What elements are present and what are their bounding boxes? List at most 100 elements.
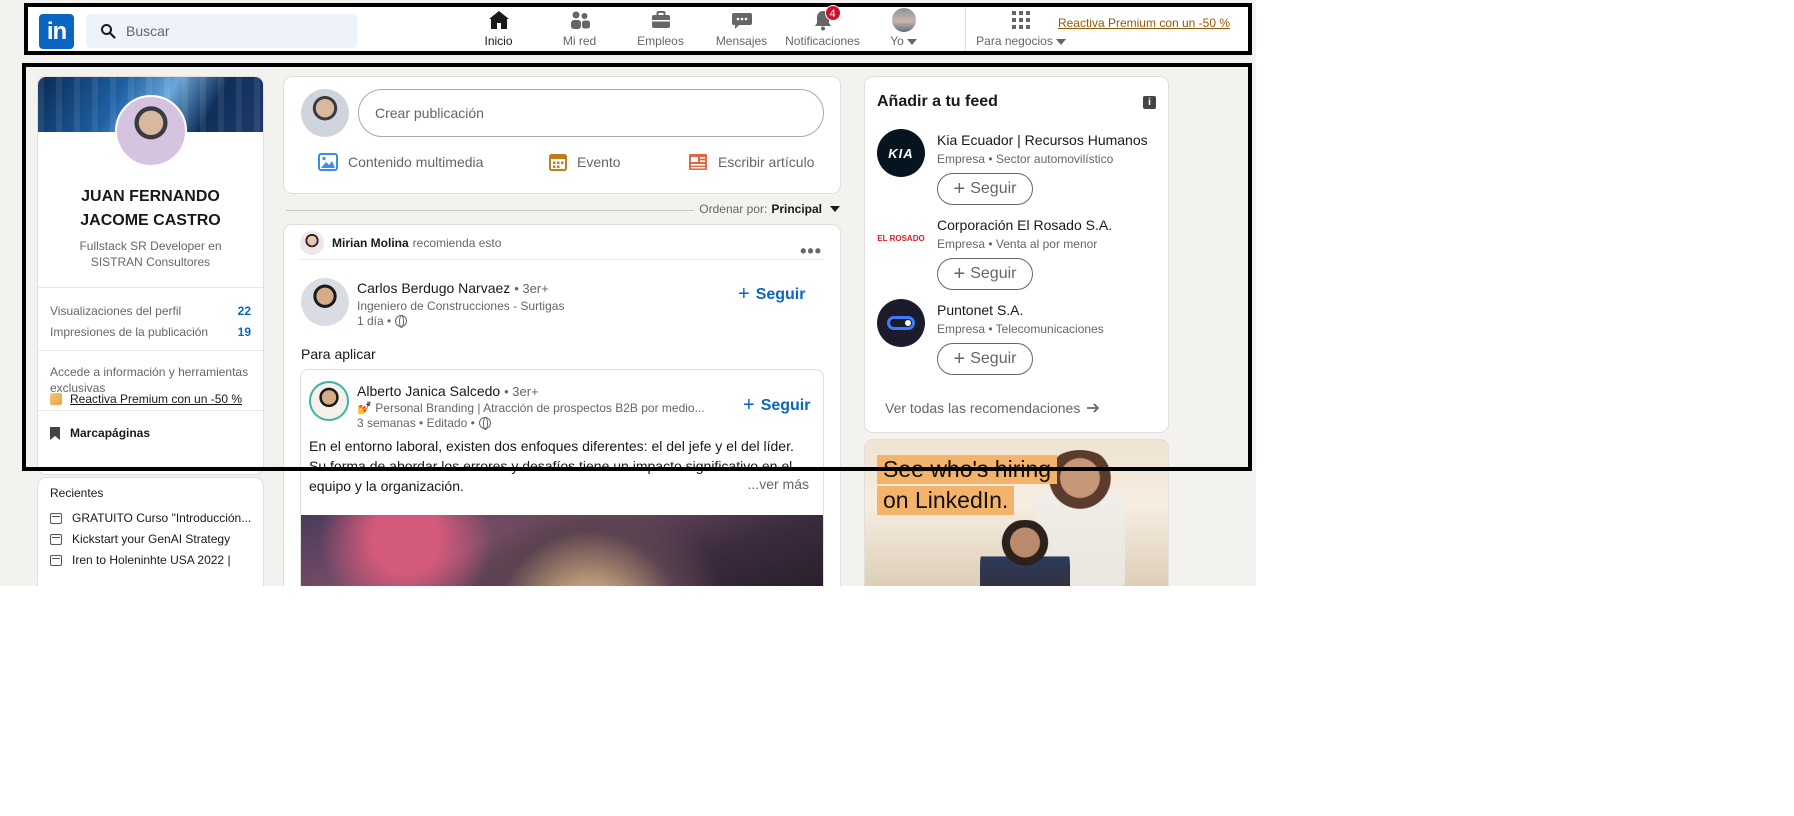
follow-shared-author-button[interactable]: + Seguir	[743, 394, 810, 417]
nav-notifications-label: Notificaciones	[785, 34, 860, 48]
company-subtitle: Empresa • Telecomunicaciones	[937, 322, 1104, 336]
recent-item-label: GRATUITO Curso "Introducción...	[72, 511, 252, 525]
company-subtitle: Empresa • Sector automovilístico	[937, 152, 1114, 166]
bookmark-icon	[50, 426, 60, 440]
search-input[interactable]	[126, 23, 326, 39]
see-more-link[interactable]: ...ver más	[743, 476, 809, 492]
write-article-button[interactable]: Escribir artículo	[688, 153, 814, 171]
me-avatar	[891, 8, 916, 32]
connection-degree: • 3er+	[514, 281, 549, 296]
shared-timestamp: 3 semanas • Editado •	[357, 416, 491, 430]
linkedin-hiring-ad[interactable]: See who's hiring on LinkedIn.	[865, 440, 1168, 586]
share-box: Crear publicación Contenido multimedia E…	[284, 77, 840, 193]
shared-author-headline: 💅 Personal Branding | Atracción de prosp…	[357, 401, 705, 415]
see-all-label: Ver todas las recomendaciones	[885, 400, 1081, 416]
profile-card: JUAN FERNANDO JACOME CASTRO Fullstack SR…	[38, 77, 263, 474]
nav-notifications[interactable]: 4 Notificaciones	[782, 5, 863, 51]
write-article-label: Escribir artículo	[718, 154, 815, 170]
post-recommendation-header: Mirian Molina recomienda esto	[300, 231, 824, 260]
recent-item-label: Kickstart your GenAI Strategy	[72, 532, 231, 546]
article-icon	[689, 154, 707, 170]
share-avatar[interactable]	[301, 89, 349, 137]
see-all-recommendations-link[interactable]: Ver todas las recomendaciones	[885, 400, 1100, 416]
recent-item[interactable]: Kickstart your GenAI Strategy	[50, 532, 255, 546]
profile-headline: Fullstack SR Developer en SISTRAN Consul…	[79, 239, 222, 269]
nav-jobs-label: Empleos	[637, 34, 684, 48]
profile-photo[interactable]	[115, 95, 187, 167]
nav-home[interactable]: Inicio	[458, 7, 539, 51]
nav-network[interactable]: Mi red	[539, 7, 620, 51]
create-post-input[interactable]: Crear publicación	[358, 89, 824, 137]
premium-reactivate-link[interactable]: Reactiva Premium con un -50 %	[50, 392, 242, 406]
nav-divider	[965, 7, 966, 51]
premium-link-text: Reactiva Premium con un -50 %	[70, 392, 243, 406]
info-icon[interactable]: i	[1143, 96, 1156, 109]
calendar-icon	[50, 533, 62, 545]
arrow-right-icon	[1087, 403, 1100, 413]
kia-logo[interactable]: KIA	[877, 129, 925, 177]
divider	[38, 287, 263, 288]
shared-author-name-line[interactable]: Alberto Janica Salcedo • 3er+	[357, 383, 539, 399]
follow-company-button[interactable]: + Seguir	[937, 173, 1033, 205]
nav-jobs[interactable]: Empleos	[620, 7, 701, 51]
recent-item[interactable]: GRATUITO Curso "Introducción...	[50, 511, 255, 525]
nav-business-text: Para negocios	[976, 34, 1053, 48]
shared-post-image[interactable]	[301, 515, 823, 586]
nav-home-label: Inicio	[484, 34, 513, 48]
media-button[interactable]: Contenido multimedia	[318, 153, 483, 171]
author-name-line[interactable]: Carlos Berdugo Narvaez • 3er+	[357, 280, 549, 296]
bookmarks-link[interactable]: Marcapáginas	[50, 426, 150, 440]
el-rosado-logo[interactable]: EL ROSADO	[877, 214, 925, 262]
sort-label: Ordenar por:	[699, 202, 768, 216]
add-to-feed-title: Añadir a tu feed	[877, 93, 998, 110]
more-options-icon[interactable]: •••	[800, 241, 822, 262]
company-name[interactable]: Kia Ecuador | Recursos Humanos	[937, 132, 1148, 148]
grid-apps-icon	[1012, 11, 1030, 29]
author-name: Carlos Berdugo Narvaez	[357, 280, 511, 296]
recommender-avatar[interactable]	[300, 231, 324, 255]
nav-network-label: Mi red	[562, 34, 597, 48]
follow-company-button[interactable]: + Seguir	[937, 258, 1033, 290]
stat-value: 19	[237, 325, 251, 339]
nav-me[interactable]: Yo	[863, 7, 944, 51]
follow-label: Seguir	[970, 265, 1017, 282]
event-button[interactable]: Evento	[549, 153, 621, 171]
search-box[interactable]	[86, 14, 357, 48]
recent-item[interactable]: Iren to Holeninhte USA 2022 |	[50, 553, 255, 567]
stat-profile-views[interactable]: Visualizaciones del perfil 22	[50, 304, 251, 318]
sort-bar: Ordenar por: Principal	[286, 202, 840, 218]
divider	[38, 350, 263, 351]
ad-headline-2: on LinkedIn.	[877, 486, 1015, 515]
search-icon	[101, 24, 116, 39]
profile-name[interactable]: JUAN FERNANDO JACOME CASTRO	[48, 185, 253, 233]
puntonet-logo[interactable]	[877, 299, 925, 347]
linkedin-logo[interactable]: in	[39, 14, 74, 49]
calendar-icon	[549, 154, 567, 171]
chevron-down-icon	[1055, 38, 1066, 45]
sort-dropdown[interactable]: Ordenar por: Principal	[699, 202, 840, 216]
calendar-icon	[50, 554, 62, 566]
kia-logo-text: KIA	[888, 145, 914, 161]
follow-author-button[interactable]: + Seguir	[738, 283, 805, 306]
stat-post-impressions[interactable]: Impresiones de la publicación 19	[50, 325, 251, 339]
shared-post[interactable]: Alberto Janica Salcedo • 3er+ 💅 Personal…	[300, 369, 824, 586]
bookmarks-label: Marcapáginas	[70, 426, 151, 440]
company-name[interactable]: Puntonet S.A.	[937, 302, 1023, 318]
top-navigation-bar: in Inicio Mi red Empleos Mensajes	[24, 3, 1252, 55]
el-rosado-logo-text: EL ROSADO	[877, 233, 925, 243]
shared-author-avatar[interactable]	[309, 381, 349, 421]
follow-company-button[interactable]: + Seguir	[937, 343, 1033, 375]
recent-card: Recientes GRATUITO Curso "Introducción..…	[38, 478, 263, 586]
notifications-icon-wrap: 4	[811, 5, 841, 32]
company-name[interactable]: Corporación El Rosado S.A.	[937, 217, 1112, 233]
message-icon	[731, 13, 752, 29]
author-avatar[interactable]	[301, 278, 349, 326]
post-text: Para aplicar	[301, 346, 376, 362]
premium-reactivate-link[interactable]: Reactiva Premium con un -50 %	[1054, 15, 1234, 32]
nav-messaging[interactable]: Mensajes	[701, 7, 782, 51]
viewport: in Inicio Mi red Empleos Mensajes	[0, 0, 1256, 586]
people-icon	[570, 11, 590, 29]
puntonet-logo-dot	[905, 320, 911, 326]
recommender-name[interactable]: Mirian Molina	[332, 236, 409, 250]
divider	[38, 410, 263, 411]
